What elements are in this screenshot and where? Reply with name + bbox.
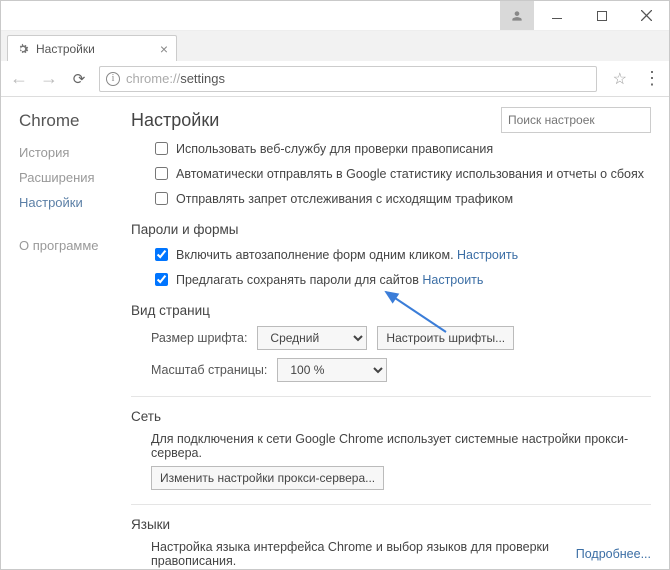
section-page-view: Вид страниц Размер шрифта: Средний Настр… [131,303,651,382]
checkbox-label: Использовать веб-службу для проверки пра… [176,142,493,156]
main-panel: Настройки Использовать веб-службу для пр… [121,97,669,569]
overflow-menu-button[interactable]: ⋮ [643,68,661,89]
sidebar: Chrome История Расширения Настройки О пр… [1,97,121,569]
window-minimize-button[interactable] [534,1,579,30]
checkbox-label: Автоматически отправлять в Google статис… [176,167,644,181]
nav-forward-button[interactable]: → [39,68,59,89]
checkbox-label: Отправлять запрет отслеживания с исходящ… [176,192,513,206]
checkbox-do-not-track[interactable] [155,192,168,205]
reload-button[interactable]: ⟳ [69,70,89,88]
languages-description: Настройка языка интерфейса Chrome и выбо… [151,540,651,568]
tab-strip: Настройки × [1,31,669,61]
window-titlebar [1,1,669,31]
sidebar-item-history[interactable]: История [19,145,121,160]
section-languages: Языки Настройка языка интерфейса Chrome … [131,517,651,569]
font-size-label: Размер шрифта: [151,331,247,345]
tab-title: Настройки [36,42,95,56]
url-scheme: chrome:// [126,71,180,86]
page-zoom-label: Масштаб страницы: [151,363,267,377]
section-top-partial: Использовать веб-службу для проверки пра… [131,139,651,208]
section-heading: Пароли и формы [131,222,651,237]
proxy-settings-button[interactable]: Изменить настройки прокси-сервера... [151,466,384,490]
tab-close-icon[interactable]: × [160,42,168,56]
page-zoom-select[interactable]: 100 % [277,358,387,382]
gear-icon [16,42,30,56]
bookmark-star-icon[interactable]: ☆ [613,69,627,89]
checkbox-save-passwords[interactable] [155,273,168,286]
checkbox-spellcheck-service[interactable] [155,142,168,155]
window-maximize-button[interactable] [579,1,624,30]
profile-avatar-button[interactable] [500,1,534,30]
checkbox-usage-stats[interactable] [155,167,168,180]
checkbox-autofill[interactable] [155,248,168,261]
window-close-button[interactable] [624,1,669,30]
sidebar-brand: Chrome [19,111,121,131]
font-size-select[interactable]: Средний [257,326,367,350]
section-heading: Вид страниц [131,303,651,318]
section-heading: Сеть [131,409,651,424]
nav-back-button[interactable]: ← [9,68,29,89]
url-path: settings [180,71,225,86]
address-bar[interactable]: i chrome://settings [99,66,597,92]
sidebar-item-settings[interactable]: Настройки [19,195,121,210]
site-info-icon[interactable]: i [106,72,120,86]
tab-settings[interactable]: Настройки × [7,35,177,61]
passwords-configure-link[interactable]: Настроить [422,273,483,287]
section-network: Сеть Для подключения к сети Google Chrom… [131,409,651,490]
section-passwords: Пароли и формы Включить автозаполнение ф… [131,222,651,289]
page-title: Настройки [131,110,501,131]
autofill-configure-link[interactable]: Настроить [457,248,518,262]
sidebar-item-extensions[interactable]: Расширения [19,170,121,185]
settings-search-input[interactable] [501,107,651,133]
browser-toolbar: ← → ⟳ i chrome://settings ☆ ⋮ [1,61,669,97]
sidebar-item-about[interactable]: О программе [19,238,121,253]
checkbox-label: Предлагать сохранять пароли для сайтов [176,273,419,287]
network-description: Для подключения к сети Google Chrome исп… [151,432,651,460]
checkbox-label: Включить автозаполнение форм одним клико… [176,248,454,262]
customize-fonts-button[interactable]: Настроить шрифты... [377,326,514,350]
content-area: Chrome История Расширения Настройки О пр… [1,97,669,569]
section-heading: Языки [131,517,651,532]
languages-more-link[interactable]: Подробнее... [576,547,651,561]
